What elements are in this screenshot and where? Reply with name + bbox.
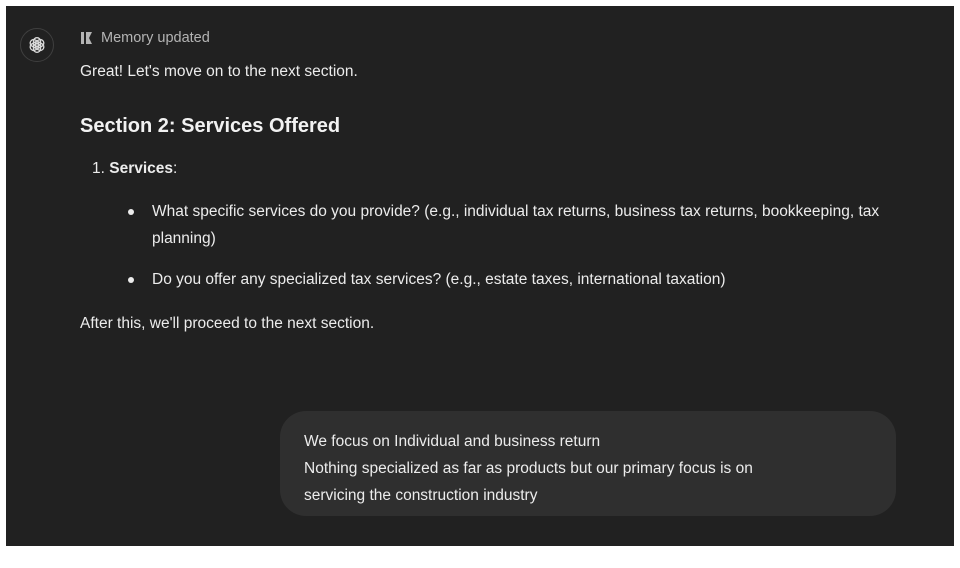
bullet-text: Do you offer any specialized tax service… — [152, 271, 726, 288]
list-item-title: Services — [109, 160, 174, 177]
numbered-list-item: 1. Services: — [92, 160, 920, 178]
user-message-line: Nothing specialized as far as products b… — [304, 460, 753, 477]
memory-icon — [80, 31, 94, 45]
bullet-icon — [128, 209, 134, 215]
list-item-colon: : — [173, 160, 178, 177]
assistant-message: Memory updated Great! Let's move on to t… — [80, 28, 920, 333]
chat-panel: Memory updated Great! Let's move on to t… — [6, 6, 954, 546]
user-message-bubble: We focus on Individual and business retu… — [280, 411, 896, 516]
closing-text: After this, we'll proceed to the next se… — [80, 315, 375, 332]
memory-updated-indicator[interactable]: Memory updated — [80, 28, 920, 48]
bullet-list: What specific services do you provide? (… — [80, 198, 920, 293]
list-item: Do you offer any specialized tax service… — [80, 266, 920, 293]
bullet-icon — [128, 277, 134, 283]
user-message-line: servicing the construction industry — [304, 487, 538, 504]
user-message-line: We focus on Individual and business retu… — [304, 433, 601, 450]
section-heading: Section 2: Services Offered — [80, 115, 341, 137]
memory-updated-label: Memory updated — [101, 30, 210, 46]
greeting-text: Great! Let's move on to the next section… — [80, 63, 358, 80]
list-number: 1. — [92, 160, 105, 177]
bullet-text: What specific services do you provide? (… — [152, 203, 880, 247]
list-item: What specific services do you provide? (… — [80, 198, 920, 252]
openai-logo-icon — [20, 28, 54, 62]
